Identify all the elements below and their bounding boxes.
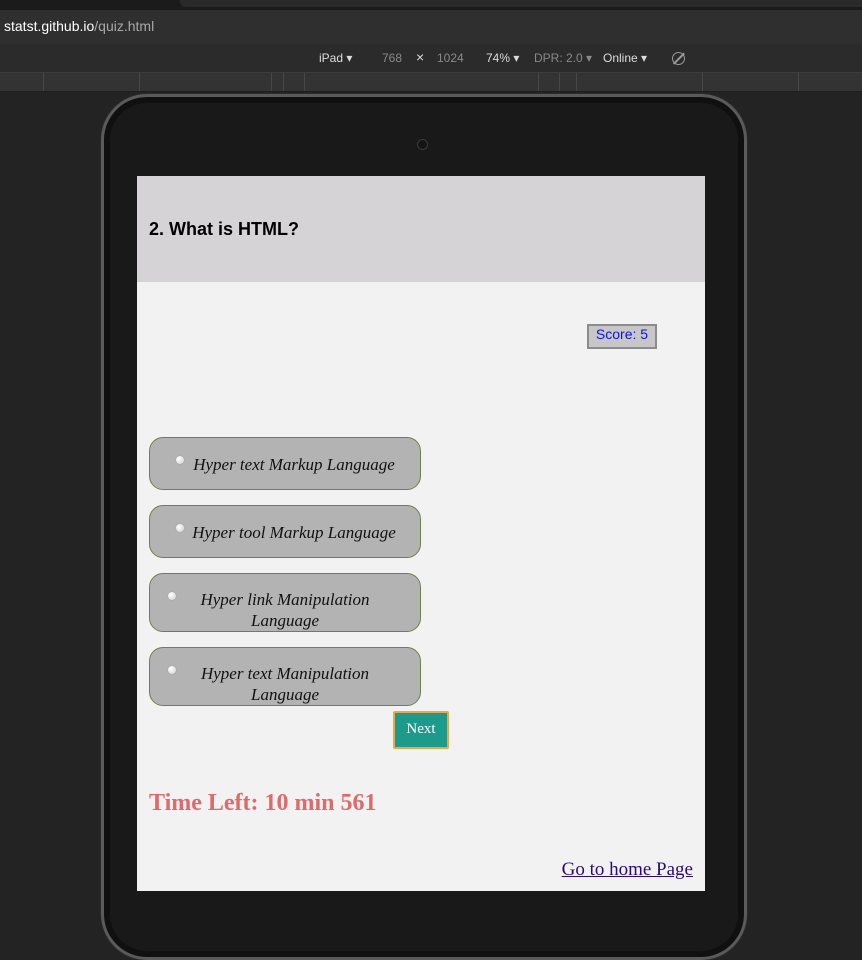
active-tab[interactable] xyxy=(180,0,862,7)
option-label: Hyper text Markup Language xyxy=(193,455,395,474)
answer-option-1[interactable]: Hyper text Markup Language xyxy=(149,437,421,490)
option-label: Hyper text Manipulation Language xyxy=(200,664,370,704)
ruler-tick xyxy=(798,73,799,91)
ruler-tick xyxy=(283,73,284,91)
radio-icon[interactable] xyxy=(168,666,176,674)
next-button[interactable]: Next xyxy=(393,711,449,749)
answer-option-4[interactable]: Hyper text Manipulation Language xyxy=(149,647,421,706)
ruler-tick xyxy=(43,73,44,91)
question-title: 2. What is HTML? xyxy=(149,219,299,239)
answer-option-2[interactable]: Hyper tool Markup Language xyxy=(149,505,421,558)
ruler-tick xyxy=(559,73,560,91)
dimension-separator: × xyxy=(416,49,425,65)
ruler-tick xyxy=(139,73,140,91)
url-path: /quiz.html xyxy=(94,18,155,34)
ruler-tick xyxy=(304,73,305,91)
ruler-tick xyxy=(702,73,703,91)
network-select[interactable]: Online ▾ xyxy=(603,51,647,65)
zoom-select[interactable]: 74% ▾ xyxy=(486,51,519,65)
ruler-tick xyxy=(576,73,577,91)
tab-strip xyxy=(0,0,862,10)
device-height-input[interactable]: 1024 xyxy=(437,51,464,65)
ruler-tick xyxy=(271,73,272,91)
address-bar[interactable]: statst.github.io/quiz.html xyxy=(0,10,862,44)
camera-icon xyxy=(417,139,428,150)
url-text[interactable]: statst.github.io/quiz.html xyxy=(4,18,154,34)
option-label: Hyper tool Markup Language xyxy=(192,523,396,542)
url-host: statst.github.io xyxy=(4,18,95,34)
rotate-icon[interactable] xyxy=(672,52,685,65)
radio-icon[interactable] xyxy=(168,592,176,600)
answer-option-3[interactable]: Hyper link Manipulation Language xyxy=(149,573,421,632)
media-query-ruler xyxy=(0,72,862,92)
device-select[interactable]: iPad ▾ xyxy=(319,51,352,65)
question-header: 2. What is HTML? xyxy=(137,176,705,282)
score-badge: Score: 5 xyxy=(587,324,657,349)
ruler-tick xyxy=(538,73,539,91)
quiz-page: 2. What is HTML? Score: 5 Hyper text Mar… xyxy=(137,176,705,891)
dpr-select[interactable]: DPR: 2.0 ▾ xyxy=(534,51,592,65)
device-toolbar: iPad ▾ 768 × 1024 74% ▾ DPR: 2.0 ▾ Onlin… xyxy=(0,44,862,72)
device-width-input[interactable]: 768 xyxy=(382,51,402,65)
option-label: Hyper link Manipulation Language xyxy=(200,590,370,630)
go-home-link[interactable]: Go to home Page xyxy=(562,859,693,881)
time-left-countdown: Time Left: 10 min 561 xyxy=(149,790,377,816)
